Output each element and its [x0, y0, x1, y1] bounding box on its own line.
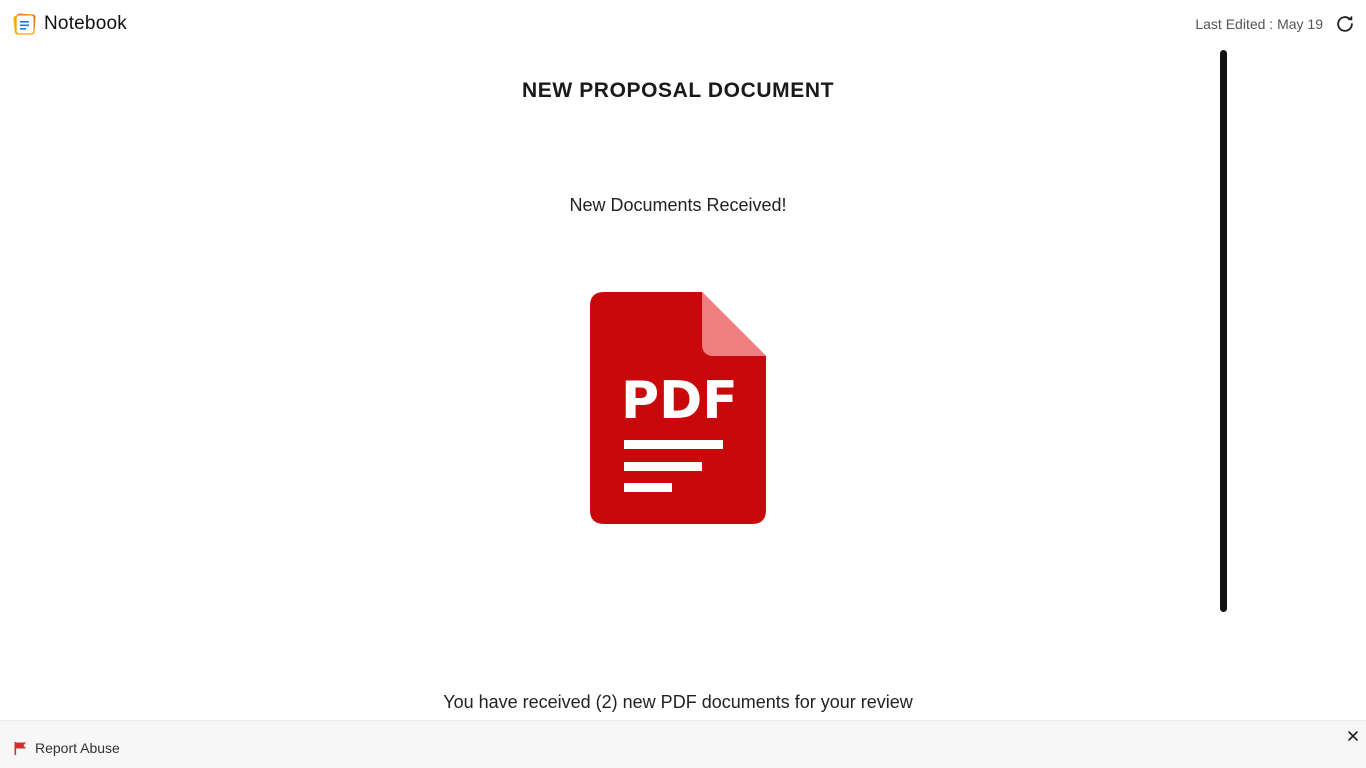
document-message: You have received (2) new PDF documents … [443, 692, 913, 712]
pdf-file-icon[interactable]: PDF [590, 292, 766, 524]
last-edited-text: Last Edited : May 19 [1195, 16, 1323, 32]
app-name: Notebook [44, 13, 127, 34]
document-title: NEW PROPOSAL DOCUMENT [521, 79, 835, 102]
report-abuse-label: Report Abuse [35, 740, 120, 756]
close-icon[interactable] [1346, 729, 1360, 743]
document-subtitle: New Documents Received! [569, 195, 787, 215]
pdf-label: PDF [621, 371, 738, 431]
refresh-icon[interactable] [1334, 13, 1356, 35]
report-abuse-link[interactable]: Report Abuse [14, 740, 120, 756]
flag-icon [14, 741, 26, 755]
header: Notebook Last Edited : May 19 [0, 0, 1366, 48]
page: Notebook Last Edited : May 19 NEW PROPOS… [0, 0, 1366, 768]
brand-link[interactable]: Notebook [12, 12, 127, 36]
footer-bar: Report Abuse [0, 720, 1366, 768]
scrollbar-thumb[interactable] [1220, 50, 1227, 612]
notebook-icon [13, 13, 36, 35]
